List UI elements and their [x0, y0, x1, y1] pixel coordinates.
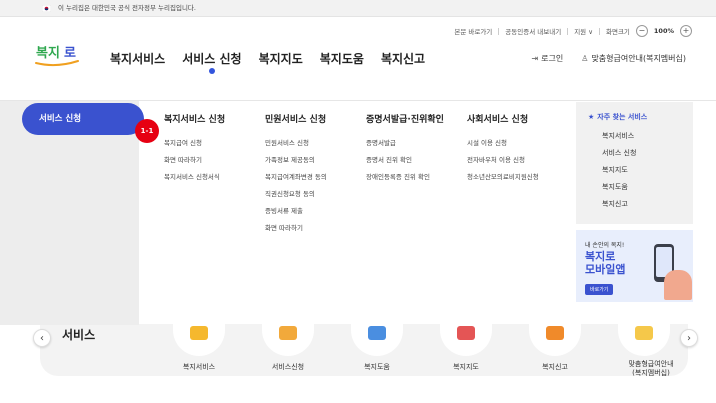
- quick-services-title: ★ 자주 찾는 서비스: [588, 112, 693, 122]
- nav-welfare-map[interactable]: 복지지도: [259, 50, 303, 67]
- menu-column-title[interactable]: 민원서비스 신청: [265, 112, 327, 125]
- login-label: 로그인: [541, 54, 564, 63]
- menu-column-welfare-apply: 복지서비스 신청 복지급여 신청 화면 따라하기 복지서비스 신청서식: [164, 112, 225, 186]
- header-actions: ⇥ 로그인 ♙ 맞춤형급여안내(복지멤버십): [531, 53, 686, 64]
- person-icon: ♙: [581, 54, 589, 63]
- promo-title-line2: 모바일앱: [585, 263, 626, 276]
- menu-link[interactable]: 복지급여계좌변경 동의: [265, 169, 327, 186]
- svg-text:로: 로: [64, 46, 76, 61]
- menu-link[interactable]: 민원서비스 신청: [265, 135, 327, 152]
- quick-link[interactable]: 복지서비스: [588, 128, 693, 145]
- support-dropdown[interactable]: 지원 ∨: [574, 26, 593, 36]
- carousel-next-button[interactable]: ›: [680, 329, 698, 347]
- menu-link[interactable]: 청소년산모의료비지원신청: [467, 169, 539, 186]
- korea-flag-icon: [42, 5, 51, 12]
- login-icon: ⇥: [531, 54, 539, 63]
- utility-bar: 본문 바로가기 공동인증서 내보내기 지원 ∨ 화면크기 − 100% +: [454, 24, 692, 38]
- quick-services-panel: ★ 자주 찾는 서비스 복지서비스 서비스 신청 복지지도 복지도움 복지신고: [576, 102, 693, 224]
- nav-welfare-report[interactable]: 복지신고: [381, 50, 425, 67]
- quick-link[interactable]: 복지도움: [588, 179, 693, 196]
- svg-text:복지: 복지: [36, 46, 60, 61]
- service-label[interactable]: 복지도움: [337, 363, 417, 372]
- promo-title: 복지로 모바일앱: [585, 250, 625, 276]
- menu-link[interactable]: 증빙서류 제출: [265, 203, 327, 220]
- bokjiro-logo[interactable]: 복지 로: [34, 40, 82, 68]
- main-nav: 복지서비스 서비스 신청 복지지도 복지도움 복지신고: [110, 50, 425, 74]
- menu-link[interactable]: 화면 따라하기: [265, 220, 327, 237]
- divider: [598, 27, 600, 35]
- nav-welfare-service[interactable]: 복지서비스: [110, 50, 165, 67]
- nav-label: 서비스 신청: [182, 52, 242, 66]
- menu-link[interactable]: 직권신청요청 동의: [265, 186, 327, 203]
- menu-link[interactable]: 장애인등록증 진위 확인: [366, 169, 444, 186]
- star-icon: ★: [588, 113, 595, 121]
- menu-link[interactable]: 화면 따라하기: [164, 152, 225, 169]
- menu-column-title[interactable]: 복지서비스 신청: [164, 112, 225, 125]
- service-label[interactable]: 서비스신청: [248, 363, 328, 372]
- menu-column-title[interactable]: 사회서비스 신청: [467, 112, 539, 125]
- nav-welfare-help[interactable]: 복지도움: [320, 50, 364, 67]
- zoom-label: 화면크기: [605, 28, 630, 36]
- quick-link[interactable]: 서비스 신청: [588, 145, 693, 162]
- gov-banner: 이 누리집은 대한민국 공식 전자정부 누리집입니다.: [0, 0, 716, 17]
- menu-link[interactable]: 가족정보 제공동의: [265, 152, 327, 169]
- menu-column-title[interactable]: 증명서발급·진위확인: [366, 112, 444, 125]
- menu-link[interactable]: 복지서비스 신청서식: [164, 169, 225, 186]
- promo-title-line1: 복지로: [585, 250, 616, 263]
- custom-guide-button[interactable]: ♙ 맞춤형급여안내(복지멤버십): [581, 53, 686, 64]
- service-label[interactable]: 복지지도: [426, 363, 506, 372]
- menu-column-social-service: 사회서비스 신청 시설 이용 신청 전자바우처 이용 신청 청소년산모의료비지원…: [467, 112, 539, 186]
- quick-title-text: 자주 찾는 서비스: [597, 113, 648, 121]
- active-indicator: [208, 68, 215, 74]
- icon-shape: [546, 326, 564, 340]
- mega-menu-selected-tab[interactable]: 서비스 신청: [22, 103, 144, 135]
- menu-link[interactable]: 시설 이용 신청: [467, 135, 539, 152]
- icon-shape: [635, 326, 653, 340]
- zoom-in-button[interactable]: +: [680, 25, 692, 37]
- quick-link[interactable]: 복지신고: [588, 196, 693, 213]
- step-badge: 1-1: [135, 119, 159, 143]
- hand-illustration: [664, 270, 692, 300]
- menu-column-certificate: 증명서발급·진위확인 증명서발급 증명서 진위 확인 장애인등록증 진위 확인: [366, 112, 444, 186]
- cert-export-link[interactable]: 공동인증서 내보내기: [505, 26, 561, 36]
- carousel-prev-button[interactable]: ‹: [33, 329, 51, 347]
- zoom-value: 100%: [653, 27, 674, 35]
- icon-shape: [279, 326, 297, 340]
- mobile-app-promo[interactable]: 내 손안의 복지! 복지로 모바일앱 바로가기: [576, 230, 693, 302]
- skip-link[interactable]: 본문 바로가기: [454, 26, 492, 36]
- divider: [567, 27, 569, 35]
- promo-tagline: 내 손안의 복지!: [585, 242, 625, 249]
- gov-banner-text: 이 누리집은 대한민국 공식 전자정부 누리집입니다.: [58, 4, 196, 12]
- icon-shape: [457, 326, 475, 340]
- divider: [498, 27, 500, 35]
- quick-link[interactable]: 복지지도: [588, 162, 693, 179]
- promo-go-button[interactable]: 바로가기: [585, 284, 614, 295]
- service-section-title: 서비스: [62, 328, 96, 342]
- menu-link[interactable]: 증명서발급: [366, 135, 444, 152]
- zoom-out-button[interactable]: −: [635, 25, 648, 37]
- custom-guide-label: 맞춤형급여안내(복지멤버십): [591, 54, 686, 63]
- service-label[interactable]: 복지서비스: [159, 363, 239, 372]
- menu-link[interactable]: 증명서 진위 확인: [366, 152, 444, 169]
- service-label[interactable]: 복지신고: [515, 363, 595, 372]
- menu-link[interactable]: 복지급여 신청: [164, 135, 225, 152]
- menu-link[interactable]: 전자바우처 이용 신청: [467, 152, 539, 169]
- nav-service-apply[interactable]: 서비스 신청: [182, 50, 242, 74]
- login-button[interactable]: ⇥ 로그인: [531, 53, 563, 64]
- icon-shape: [368, 326, 386, 340]
- menu-column-civil-apply: 민원서비스 신청 민원서비스 신청 가족정보 제공동의 복지급여계좌변경 동의 …: [265, 112, 327, 237]
- icon-shape: [190, 326, 208, 340]
- service-label[interactable]: 맞춤형급여안내 (복지멤버십): [611, 360, 691, 378]
